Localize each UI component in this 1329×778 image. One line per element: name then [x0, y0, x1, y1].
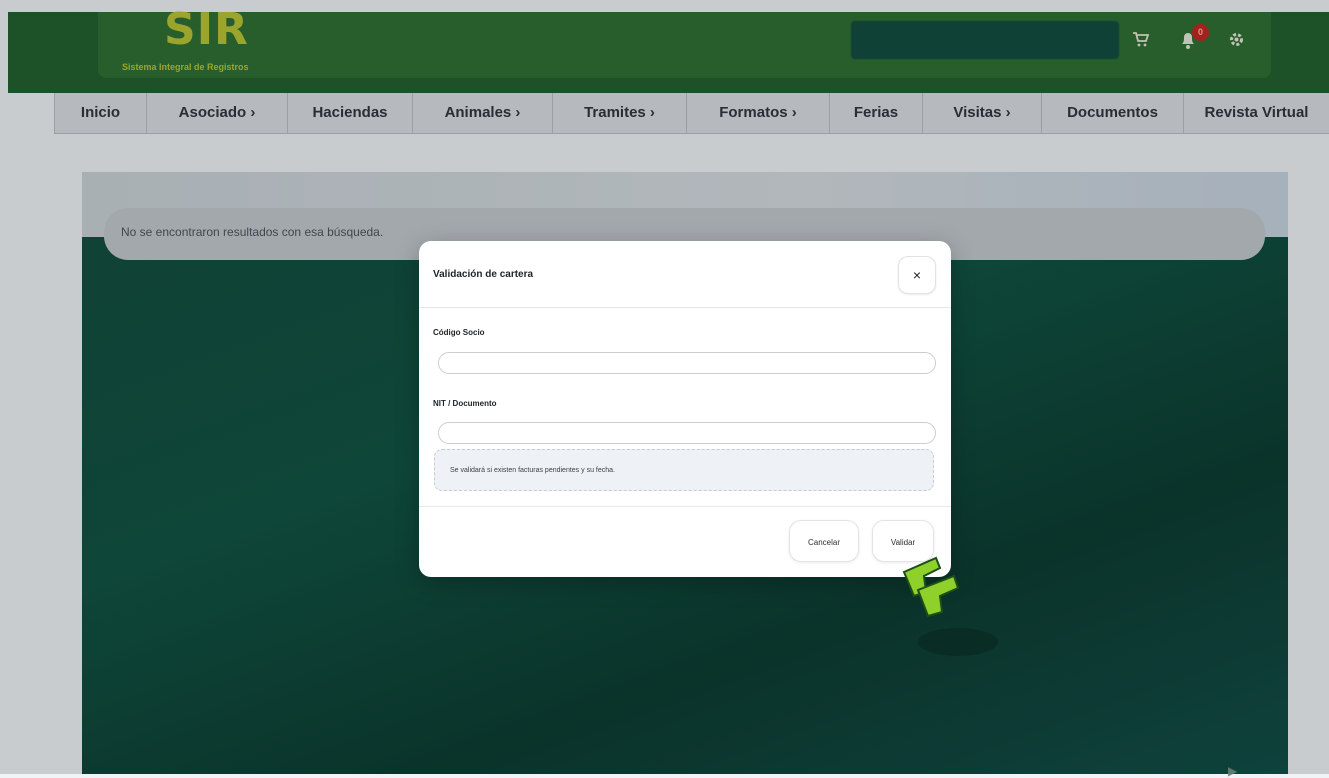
close-button[interactable]: × — [898, 256, 936, 294]
nit-document-label: NIT / Documento — [433, 399, 497, 408]
info-text: Se validará si existen facturas pendient… — [450, 467, 615, 474]
cancel-button[interactable]: Cancelar — [789, 520, 859, 562]
socio-code-label: Código Socio — [433, 328, 485, 337]
modal-header: Validación de cartera × — [419, 241, 951, 308]
modal-footer-divider — [419, 506, 951, 507]
validation-modal: Validación de cartera × Código Socio NIT… — [419, 241, 951, 577]
close-icon: × — [912, 267, 922, 283]
socio-code-input[interactable] — [438, 352, 936, 374]
modal-title: Validación de cartera — [433, 269, 534, 280]
cursor-graphic — [902, 556, 998, 656]
nit-document-input[interactable] — [438, 422, 936, 444]
info-box: Se validará si existen facturas pendient… — [434, 449, 934, 491]
